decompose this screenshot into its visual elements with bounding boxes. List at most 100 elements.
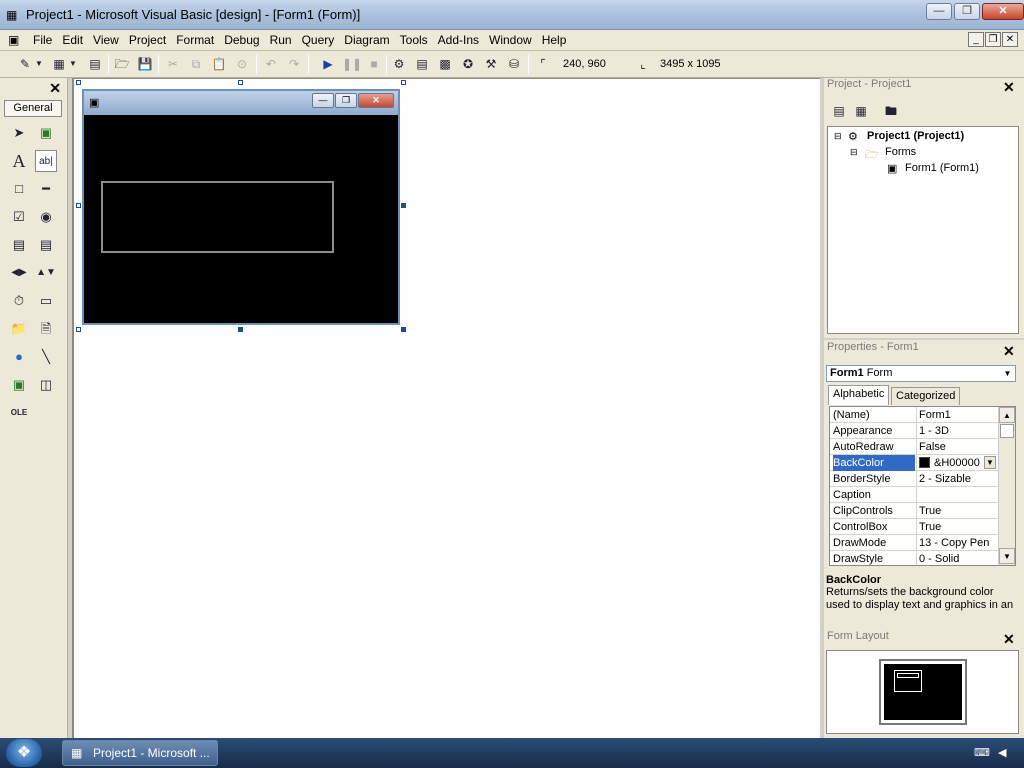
menu-help[interactable]: Help — [537, 33, 572, 48]
menu-edit[interactable]: Edit — [57, 33, 88, 48]
property-value[interactable]: 13 - Copy Pen — [916, 535, 998, 551]
copy-icon[interactable]: ⧉ — [187, 55, 205, 73]
project-explorer-icon[interactable]: ⚙ — [390, 55, 408, 73]
tree-collapse-icon[interactable]: ⊟ — [850, 147, 858, 158]
ole-tool-icon[interactable]: OLE — [8, 402, 30, 424]
project-close-icon[interactable]: ✕ — [1003, 79, 1015, 96]
close-button[interactable]: ✕ — [982, 3, 1024, 20]
property-row[interactable]: Caption — [830, 487, 998, 503]
tree-root-project[interactable]: Project1 (Project1) — [867, 130, 964, 142]
scroll-up-icon[interactable]: ▲ — [999, 407, 1015, 423]
toolbox-tab-general[interactable]: General — [4, 100, 62, 117]
add-form-icon[interactable]: ▦ — [50, 55, 68, 73]
chevron-down-icon[interactable]: ▼ — [1001, 367, 1014, 380]
toolbox-close-icon[interactable]: ✕ — [49, 80, 61, 97]
taskbar-item-vb[interactable]: ▦ Project1 - Microsoft ... — [62, 740, 218, 766]
shape-tool-icon[interactable]: ● — [8, 346, 30, 368]
tree-collapse-icon[interactable]: ⊟ — [834, 131, 842, 142]
end-icon[interactable]: ■ — [365, 55, 383, 73]
property-row[interactable]: DrawMode 13 - Copy Pen — [830, 535, 998, 551]
resize-handle[interactable] — [238, 80, 243, 85]
drivelistbox-tool-icon[interactable]: ▭ — [35, 290, 57, 312]
tab-categorized[interactable]: Categorized — [891, 387, 961, 405]
menu-tools[interactable]: Tools — [395, 33, 433, 48]
dropdown-arrow-icon[interactable]: ▼ — [68, 55, 78, 73]
listbox-tool-icon[interactable]: ▤ — [35, 234, 57, 256]
property-value[interactable] — [916, 487, 998, 503]
menu-project[interactable]: Project — [124, 33, 171, 48]
view-object-icon[interactable]: ▦ — [852, 102, 870, 120]
frame-control[interactable] — [101, 181, 334, 253]
find-icon[interactable]: ⊙ — [233, 55, 251, 73]
vscrollbar-tool-icon[interactable]: ▲▼ — [35, 262, 57, 284]
form1-thumbnail[interactable] — [894, 670, 922, 692]
form1-maximize-button[interactable]: ❐ — [335, 93, 357, 108]
resize-handle[interactable] — [401, 203, 406, 208]
menu-file[interactable]: File — [28, 33, 57, 48]
menu-window[interactable]: Window — [484, 33, 537, 48]
data-view-icon[interactable]: ⛁ — [505, 55, 523, 73]
paste-icon[interactable]: 📋 — [210, 55, 228, 73]
timer-tool-icon[interactable]: ⏱ — [8, 290, 30, 312]
form1-client-area[interactable] — [84, 115, 398, 323]
object-browser-icon[interactable]: ✪ — [459, 55, 477, 73]
view-code-icon[interactable]: ▤ — [830, 102, 848, 120]
form1-caption-bar[interactable]: ▣ — ❐ ✕ — [84, 91, 398, 115]
start-icon[interactable]: ▶ — [319, 55, 337, 73]
tree-forms-folder[interactable]: Forms — [885, 146, 916, 158]
scroll-down-icon[interactable]: ▼ — [999, 548, 1015, 564]
dirlistbox-tool-icon[interactable]: 📁 — [8, 318, 30, 340]
mdi-restore-button[interactable]: ❐ — [985, 32, 1001, 47]
form-layout-icon[interactable]: ▩ — [436, 55, 454, 73]
scroll-thumb[interactable] — [1000, 424, 1014, 438]
property-value[interactable]: Form1 — [916, 407, 998, 423]
property-value[interactable]: True — [916, 503, 998, 519]
object-selector[interactable]: Form1 Form ▼ — [826, 365, 1016, 382]
data-tool-icon[interactable]: ◫ — [35, 374, 57, 396]
property-row[interactable]: BorderStyle 2 - Sizable — [830, 471, 998, 487]
resize-handle[interactable] — [401, 327, 406, 332]
form-doc-icon[interactable]: ▣ — [8, 33, 19, 47]
resize-handle[interactable] — [76, 327, 81, 332]
break-icon[interactable]: ❚❚ — [342, 55, 362, 73]
form1-window[interactable]: ▣ — ❐ ✕ — [82, 89, 400, 325]
properties-close-icon[interactable]: ✕ — [1003, 343, 1015, 360]
vb-app-icon[interactable]: ▦ — [6, 8, 20, 22]
property-value[interactable]: &H00000 ▼ — [916, 455, 998, 471]
mdi-close-button[interactable]: ✕ — [1002, 32, 1018, 47]
picturebox-tool-icon[interactable]: ▣ — [35, 122, 57, 144]
menu-diagram[interactable]: Diagram — [339, 33, 394, 48]
tray-arrow-icon[interactable]: ◀ — [998, 746, 1006, 759]
property-value[interactable]: 1 - 3D — [916, 423, 998, 439]
property-value[interactable]: 0 - Solid — [916, 551, 998, 565]
maximize-button[interactable]: ❐ — [954, 3, 980, 20]
mdi-minimize-button[interactable]: _ — [968, 32, 984, 47]
property-row[interactable]: BackColor &H00000 ▼ — [830, 455, 998, 471]
dropdown-arrow-icon[interactable]: ▼ — [34, 55, 44, 73]
checkbox-tool-icon[interactable]: ☑ — [8, 206, 30, 228]
resize-handle[interactable] — [401, 80, 406, 85]
form1-close-button[interactable]: ✕ — [358, 93, 394, 108]
frame-tool-icon[interactable]: □ — [8, 178, 30, 200]
toolbox-icon[interactable]: ⚒ — [482, 55, 500, 73]
menu-view[interactable]: View — [88, 33, 124, 48]
property-value[interactable]: 2 - Sizable — [916, 471, 998, 487]
menu-run[interactable]: Run — [265, 33, 297, 48]
menu-add-ins[interactable]: Add-Ins — [433, 33, 484, 48]
line-tool-icon[interactable]: ╲ — [35, 346, 57, 368]
property-row[interactable]: (Name) Form1 — [830, 407, 998, 423]
layout-close-icon[interactable]: ✕ — [1003, 631, 1015, 648]
property-value[interactable]: True — [916, 519, 998, 535]
undo-icon[interactable]: ↶ — [262, 55, 280, 73]
textbox-tool-icon[interactable]: ab| — [35, 150, 57, 172]
property-row[interactable]: AutoRedraw False — [830, 439, 998, 455]
hscrollbar-tool-icon[interactable]: ◀▶ — [8, 262, 30, 284]
toggle-folders-icon[interactable]: 🖿 — [882, 102, 900, 120]
menu-format[interactable]: Format — [171, 33, 219, 48]
resize-handle[interactable] — [76, 80, 81, 85]
commandbutton-tool-icon[interactable]: ━ — [35, 178, 57, 200]
save-icon[interactable]: 💾 — [136, 55, 154, 73]
chevron-down-icon[interactable]: ▼ — [984, 456, 996, 469]
redo-icon[interactable]: ↷ — [285, 55, 303, 73]
label-tool-icon[interactable]: A — [8, 150, 30, 172]
